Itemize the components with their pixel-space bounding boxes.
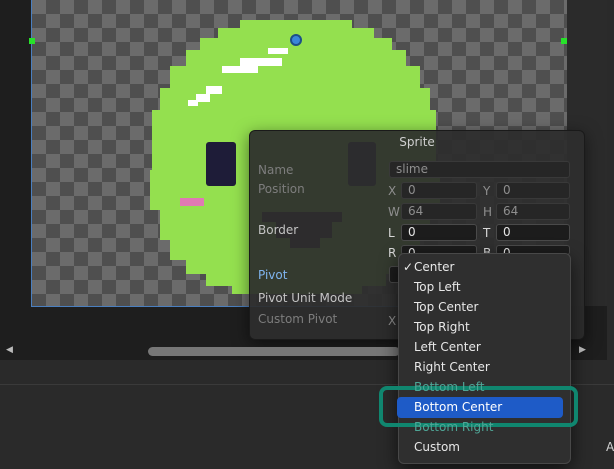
position-x-field[interactable]: 0 — [401, 182, 477, 199]
horizontal-scrollbar-thumb[interactable] — [148, 347, 400, 356]
menu-item-right-center[interactable]: Right Center — [414, 357, 490, 377]
menu-item-bottom-center[interactable]: Bottom Center — [414, 397, 502, 417]
menu-item-top-left[interactable]: Top Left — [414, 277, 461, 297]
custom-pivot-x-label: X — [388, 314, 397, 328]
name-label: Name — [258, 163, 294, 177]
size-w-label: W — [388, 205, 400, 219]
size-w-field[interactable]: 64 — [401, 203, 477, 220]
menu-item-bottom-left[interactable]: Bottom Left — [414, 377, 484, 397]
pivot-handle-icon[interactable] — [290, 34, 302, 46]
border-t-field[interactable]: 0 — [496, 224, 570, 241]
menu-item-top-center[interactable]: Top Center — [414, 297, 478, 317]
scroll-right-icon[interactable]: ▶ — [579, 345, 586, 355]
menu-item-top-right[interactable]: Top Right — [414, 317, 470, 337]
size-h-field[interactable]: 64 — [496, 203, 570, 220]
pivot-unit-mode-label: Pivot Unit Mode — [258, 291, 353, 305]
position-x-label: X — [388, 184, 397, 198]
pivot-menu-items: Center Top Left Top Center Top Right Lef… — [398, 257, 569, 457]
resize-handle-left[interactable] — [29, 38, 35, 44]
panel-title: Sprite — [399, 135, 435, 149]
custom-pivot-label: Custom Pivot — [258, 312, 338, 326]
position-y-label: Y — [483, 184, 491, 198]
position-label: Position — [258, 182, 305, 196]
border-r-label: R — [388, 246, 397, 260]
border-l-label: L — [388, 226, 395, 240]
scroll-left-icon[interactable]: ◀ — [6, 345, 13, 355]
resize-handle-right[interactable] — [561, 38, 567, 44]
size-h-label: H — [483, 205, 493, 219]
menu-item-left-center[interactable]: Left Center — [414, 337, 481, 357]
position-y-field[interactable]: 0 — [496, 182, 570, 199]
pivot-label: Pivot — [258, 268, 288, 282]
menu-item-center[interactable]: Center — [414, 257, 454, 277]
border-t-label: T — [483, 226, 491, 240]
name-field[interactable]: slime — [389, 161, 570, 178]
menu-item-bottom-right[interactable]: Bottom Right — [414, 417, 493, 437]
menu-item-custom[interactable]: Custom — [414, 437, 460, 457]
border-label: Border — [258, 223, 299, 237]
border-l-field[interactable]: 0 — [401, 224, 477, 241]
bottom-right-label: A — [606, 440, 614, 454]
